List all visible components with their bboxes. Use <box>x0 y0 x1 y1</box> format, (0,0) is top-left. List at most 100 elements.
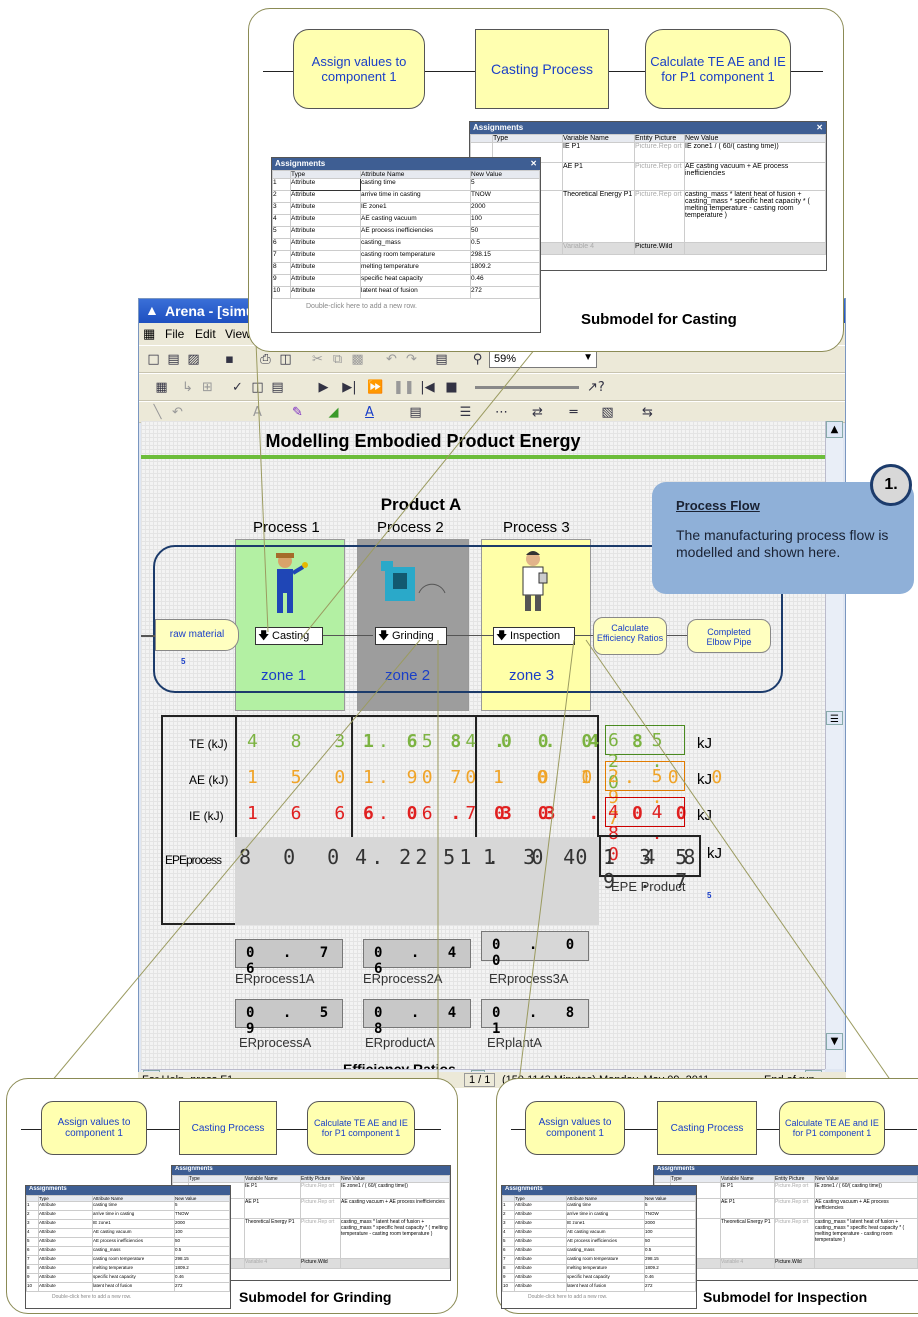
table-row[interactable]: 2 Attribute arrive time in casting TNOW <box>272 190 540 203</box>
casting-process-module[interactable]: Casting Process <box>179 1101 277 1155</box>
completed-elbow-pipe-module[interactable]: Completed Elbow Pipe <box>687 619 771 653</box>
scroll-up-icon[interactable]: ▲ <box>826 421 843 438</box>
inspection-module[interactable]: 🡇 Inspection <box>493 627 575 645</box>
zoom-icon[interactable]: ⚲ <box>469 351 486 368</box>
menu-edit[interactable]: Edit <box>195 327 216 341</box>
calc-efficiency-module[interactable]: Calculate Efficiency Ratios <box>593 617 667 655</box>
copy-icon[interactable]: ⧉ <box>329 351 346 368</box>
table-row[interactable]: 5 Attribute AE process inefficiencies 50 <box>26 1237 230 1247</box>
polyline-icon[interactable]: ↶ <box>169 404 186 421</box>
table-row[interactable]: 5 Attribute AE process inefficiencies 50 <box>272 226 540 239</box>
assign-values-module[interactable]: Assign values to component 1 <box>525 1101 625 1155</box>
table-row[interactable]: 1 Attribute casting time 5 <box>502 1201 696 1211</box>
undo-icon[interactable]: ↶ <box>383 351 400 368</box>
table-row[interactable]: 1 Attribute casting time 5 <box>272 178 540 191</box>
chevron-down-icon: ▼ <box>583 352 593 363</box>
window-bg-icon[interactable]: ▤ <box>407 404 424 421</box>
table-row[interactable]: 6 Attribute casting_mass 0.5 <box>272 238 540 251</box>
print-icon[interactable]: ⎙ <box>257 351 274 368</box>
te-label: TE (kJ) <box>189 737 228 751</box>
table-row[interactable]: 3 Attribute IE zone1 2000 <box>502 1219 696 1229</box>
end-icon[interactable]: ■ <box>443 379 460 396</box>
add-row-hint[interactable]: Double-click here to add a new row. <box>26 1292 230 1300</box>
table-row[interactable]: 7 Attribute casting room temperature 298.15 <box>502 1255 696 1265</box>
table-row[interactable]: 3 Attribute IE zone1 2000 <box>26 1219 230 1229</box>
table-row[interactable]: 9 Attribute specific heat capacity 0.46 <box>272 274 540 287</box>
table-row[interactable]: 4 Attribute AE casting vacuum 100 <box>502 1228 696 1238</box>
fill-color-icon[interactable]: ◢ <box>325 404 342 421</box>
add-row-hint[interactable]: Double-click here to add a new row. <box>272 299 540 310</box>
table-row[interactable]: 6 Attribute casting_mass 0.5 <box>26 1246 230 1256</box>
open-icon[interactable]: ▤ <box>165 351 182 368</box>
close-icon[interactable]: ✕ <box>816 123 823 132</box>
connect-icon[interactable]: ↳ <box>179 379 196 396</box>
show-dimensions-icon[interactable]: ⇆ <box>639 404 656 421</box>
template-icon[interactable]: ▪ <box>221 351 238 368</box>
layer-icon[interactable]: ▤ <box>269 379 286 396</box>
calculate-te-module[interactable]: Calculate TE AE and IE for P1 component … <box>779 1101 885 1155</box>
zoom-select[interactable]: 59% ▼ <box>489 350 597 368</box>
table-row[interactable]: 7 Attribute casting room temperature 298.15 <box>272 250 540 263</box>
table-row[interactable]: 6 Attribute casting_mass 0.5 <box>502 1246 696 1256</box>
line-width-icon[interactable]: ☰ <box>457 404 474 421</box>
text-color-icon[interactable]: A <box>361 404 378 421</box>
table-row[interactable]: 1 Attribute casting time 5 <box>26 1201 230 1211</box>
pause-icon[interactable]: ❚❚ <box>393 379 415 396</box>
assign-values-module[interactable]: Assign values to component 1 <box>41 1101 147 1155</box>
hierarchy-icon[interactable]: ⊞ <box>199 379 216 396</box>
go-icon[interactable]: ▶ <box>315 379 332 396</box>
table-row[interactable]: 8 Attribute melting temperature 1809.2 <box>502 1264 696 1274</box>
line-icon[interactable]: ╲ <box>149 404 166 421</box>
table-row[interactable]: 9 Attribute specific heat capacity 0.46 <box>26 1273 230 1283</box>
table-row[interactable]: 10 Attribute latent heat of fusion 272 <box>272 286 540 299</box>
table-row[interactable]: 10 Attribute latent heat of fusion 272 <box>26 1282 230 1292</box>
add-row-hint[interactable]: Double-click here to add a new row. <box>502 1292 696 1300</box>
start-over-icon[interactable]: |◀ <box>419 379 436 396</box>
casting-process-module[interactable]: Casting Process <box>657 1101 757 1155</box>
table-row[interactable]: 5 Attribute AE process inefficiencies 50 <box>502 1237 696 1247</box>
table-row[interactable]: 9 Attribute specific heat capacity 0.46 <box>502 1273 696 1283</box>
casting-process-module[interactable]: Casting Process <box>475 29 609 109</box>
menu-file[interactable]: File <box>165 327 184 341</box>
line-pattern-icon[interactable]: ═ <box>565 404 582 421</box>
submodel-icon[interactable]: ▦ <box>153 379 170 396</box>
check-model-icon[interactable]: ✓ <box>229 379 246 396</box>
calculate-te-module[interactable]: Calculate TE AE and IE for P1 component … <box>645 29 791 109</box>
step-icon[interactable]: ▶| <box>341 379 358 396</box>
paste-icon[interactable]: ▩ <box>349 351 366 368</box>
redo-icon[interactable]: ↷ <box>403 351 420 368</box>
assign-values-module[interactable]: Assign values to component 1 <box>293 29 425 109</box>
help-icon[interactable]: ↗? <box>587 379 605 396</box>
table-row[interactable]: 2 Attribute arrive time in casting TNOW <box>502 1210 696 1220</box>
table-row[interactable]: 8 Attribute melting temperature 1809.2 <box>26 1264 230 1274</box>
fast-forward-icon[interactable]: ⏩ <box>367 379 384 396</box>
table-row[interactable]: 7 Attribute casting room temperature 298.15 <box>26 1255 230 1265</box>
menu-view[interactable]: View <box>225 327 251 341</box>
table-row[interactable]: 8 Attribute melting temperature 1809.2 <box>272 262 540 275</box>
flow-line <box>667 635 687 636</box>
save-icon[interactable]: ▨ <box>185 351 202 368</box>
layers-icon[interactable]: ▤ <box>433 351 450 368</box>
table-row[interactable]: 10 Attribute latent heat of fusion 272 <box>502 1282 696 1292</box>
table-row[interactable]: 4 Attribute AE casting vacuum 100 <box>26 1228 230 1238</box>
table-row[interactable]: 3 Attribute IE zone1 2000 <box>272 202 540 215</box>
table-row[interactable]: 4 Attribute AE casting vacuum 100 <box>272 214 540 227</box>
arrow-style-icon[interactable]: ⇄ <box>529 404 546 421</box>
scroll-thumb[interactable]: ☰ <box>826 711 843 725</box>
line-color-icon[interactable]: ✎ <box>289 404 306 421</box>
text-icon[interactable]: A <box>249 404 266 421</box>
grinding-module[interactable]: 🡇 Grinding <box>375 627 447 645</box>
new-icon[interactable]: □ <box>145 351 162 368</box>
fill-pattern-icon[interactable]: ▧ <box>599 404 616 421</box>
cut-icon[interactable]: ✂ <box>309 351 326 368</box>
line-style-icon[interactable]: ⋯ <box>493 404 510 421</box>
table-row[interactable]: 2 Attribute arrive time in casting TNOW <box>26 1210 230 1220</box>
close-icon[interactable]: ✕ <box>530 159 537 168</box>
scroll-down-icon[interactable]: ▼ <box>826 1033 843 1050</box>
casting-module[interactable]: 🡇 Casting <box>255 627 323 645</box>
raw-material-module[interactable]: raw material <box>155 619 239 651</box>
calculate-te-module[interactable]: Calculate TE AE and IE for P1 component … <box>307 1101 415 1155</box>
print-preview-icon[interactable]: ◫ <box>277 351 294 368</box>
animate-icon[interactable]: ◫ <box>249 379 266 396</box>
speed-slider[interactable] <box>475 386 579 389</box>
